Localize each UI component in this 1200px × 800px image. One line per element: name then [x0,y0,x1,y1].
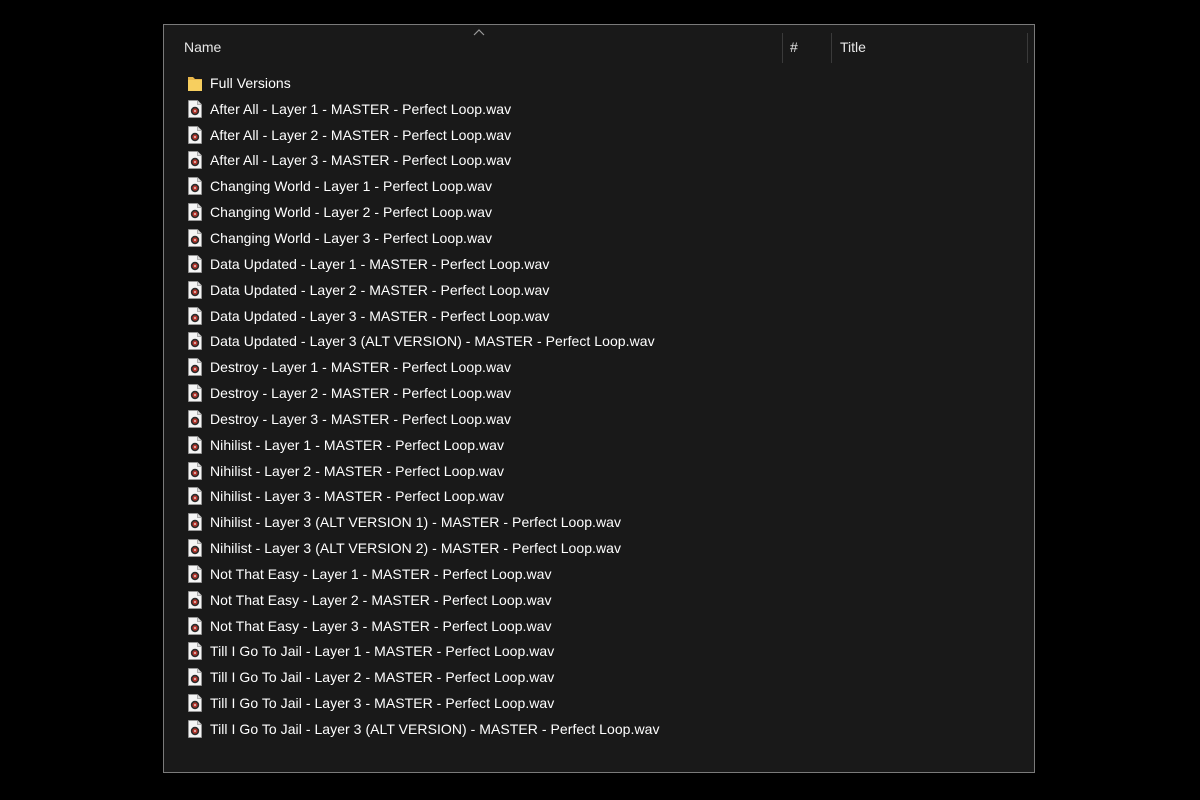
file-row[interactable]: Nihilist - Layer 2 - MASTER - Perfect Lo… [164,458,1034,484]
column-header-bar: Name # Title [164,25,1034,67]
file-name: After All - Layer 3 - MASTER - Perfect L… [210,152,512,169]
file-name: Not That Easy - Layer 1 - MASTER - Perfe… [210,565,552,582]
file-row[interactable]: Nihilist - Layer 3 (ALT VERSION 1) - MAS… [164,509,1034,535]
file-name: Data Updated - Layer 3 (ALT VERSION) - M… [210,333,655,350]
audio-file-icon [187,693,203,713]
file-row[interactable]: Destroy - Layer 2 - MASTER - Perfect Loo… [164,380,1034,406]
audio-file-icon [187,150,203,170]
file-row[interactable]: After All - Layer 1 - MASTER - Perfect L… [164,96,1034,122]
file-row[interactable]: Changing World - Layer 1 - Perfect Loop.… [164,173,1034,199]
audio-file-icon [187,538,203,558]
file-row[interactable]: Not That Easy - Layer 2 - MASTER - Perfe… [164,587,1034,613]
audio-file-icon [187,306,203,326]
audio-file-icon [187,331,203,351]
audio-file-icon [187,719,203,739]
audio-file-icon [187,512,203,532]
file-explorer-window: Name # Title Full Versions After All - La… [163,24,1035,773]
column-header-title[interactable]: Title [840,39,866,55]
file-name: Nihilist - Layer 3 - MASTER - Perfect Lo… [210,488,505,505]
audio-file-icon [187,383,203,403]
column-header-number[interactable]: # [790,39,798,55]
file-row[interactable]: Data Updated - Layer 3 (ALT VERSION) - M… [164,328,1034,354]
audio-file-icon [187,641,203,661]
file-row[interactable]: Till I Go To Jail - Layer 3 (ALT VERSION… [164,716,1034,742]
column-header-name[interactable]: Name [184,39,221,55]
file-name: Nihilist - Layer 2 - MASTER - Perfect Lo… [210,462,505,479]
file-row[interactable]: Data Updated - Layer 3 - MASTER - Perfec… [164,303,1034,329]
audio-file-icon [187,616,203,636]
file-row[interactable]: Data Updated - Layer 1 - MASTER - Perfec… [164,251,1034,277]
audio-file-icon [187,228,203,248]
folder-name: Full Versions [210,74,291,91]
audio-file-icon [187,280,203,300]
file-name: After All - Layer 2 - MASTER - Perfect L… [210,126,512,143]
file-name: Changing World - Layer 3 - Perfect Loop.… [210,229,493,246]
file-name: Nihilist - Layer 3 (ALT VERSION 1) - MAS… [210,514,622,531]
file-name: Data Updated - Layer 2 - MASTER - Perfec… [210,281,550,298]
audio-file-icon [187,667,203,687]
file-name: After All - Layer 1 - MASTER - Perfect L… [210,100,512,117]
audio-file-icon [187,486,203,506]
file-name: Till I Go To Jail - Layer 2 - MASTER - P… [210,669,555,686]
file-row[interactable]: Destroy - Layer 1 - MASTER - Perfect Loo… [164,354,1034,380]
file-name: Data Updated - Layer 1 - MASTER - Perfec… [210,255,550,272]
audio-file-icon [187,409,203,429]
file-row[interactable]: Data Updated - Layer 2 - MASTER - Perfec… [164,277,1034,303]
folder-row[interactable]: Full Versions [164,70,1034,96]
file-row[interactable]: After All - Layer 3 - MASTER - Perfect L… [164,148,1034,174]
audio-file-icon [187,176,203,196]
audio-file-icon [187,435,203,455]
file-row[interactable]: Nihilist - Layer 1 - MASTER - Perfect Lo… [164,432,1034,458]
file-row[interactable]: Till I Go To Jail - Layer 2 - MASTER - P… [164,664,1034,690]
file-name: Nihilist - Layer 1 - MASTER - Perfect Lo… [210,436,505,453]
file-name: Destroy - Layer 3 - MASTER - Perfect Loo… [210,410,512,427]
file-name: Changing World - Layer 2 - Perfect Loop.… [210,204,493,221]
column-divider[interactable] [831,33,832,63]
audio-file-icon [187,99,203,119]
file-row[interactable]: Not That Easy - Layer 3 - MASTER - Perfe… [164,613,1034,639]
audio-file-icon [187,254,203,274]
audio-file-icon [187,590,203,610]
file-row[interactable]: Till I Go To Jail - Layer 1 - MASTER - P… [164,639,1034,665]
file-row[interactable]: After All - Layer 2 - MASTER - Perfect L… [164,122,1034,148]
audio-file-icon [187,357,203,377]
file-row[interactable]: Changing World - Layer 3 - Perfect Loop.… [164,225,1034,251]
file-name: Till I Go To Jail - Layer 1 - MASTER - P… [210,643,555,660]
column-divider[interactable] [782,33,783,63]
file-row[interactable]: Changing World - Layer 2 - Perfect Loop.… [164,199,1034,225]
file-row[interactable]: Nihilist - Layer 3 (ALT VERSION 2) - MAS… [164,535,1034,561]
file-name: Changing World - Layer 1 - Perfect Loop.… [210,178,493,195]
sort-ascending-icon[interactable] [473,27,485,37]
file-name: Destroy - Layer 1 - MASTER - Perfect Loo… [210,359,512,376]
file-list: Full Versions After All - Layer 1 - MASTE… [164,70,1034,742]
audio-file-icon [187,125,203,145]
file-row[interactable]: Not That Easy - Layer 1 - MASTER - Perfe… [164,561,1034,587]
file-name: Nihilist - Layer 3 (ALT VERSION 2) - MAS… [210,540,622,557]
folder-icon [187,73,203,93]
file-name: Destroy - Layer 2 - MASTER - Perfect Loo… [210,385,512,402]
file-name: Till I Go To Jail - Layer 3 - MASTER - P… [210,695,555,712]
audio-file-icon [187,461,203,481]
file-name: Not That Easy - Layer 2 - MASTER - Perfe… [210,591,552,608]
audio-file-icon [187,564,203,584]
file-row[interactable]: Till I Go To Jail - Layer 3 - MASTER - P… [164,690,1034,716]
file-name: Not That Easy - Layer 3 - MASTER - Perfe… [210,617,552,634]
column-divider[interactable] [1027,33,1028,63]
file-row[interactable]: Nihilist - Layer 3 - MASTER - Perfect Lo… [164,484,1034,510]
file-name: Data Updated - Layer 3 - MASTER - Perfec… [210,307,550,324]
file-name: Till I Go To Jail - Layer 3 (ALT VERSION… [210,721,660,738]
audio-file-icon [187,202,203,222]
file-row[interactable]: Destroy - Layer 3 - MASTER - Perfect Loo… [164,406,1034,432]
